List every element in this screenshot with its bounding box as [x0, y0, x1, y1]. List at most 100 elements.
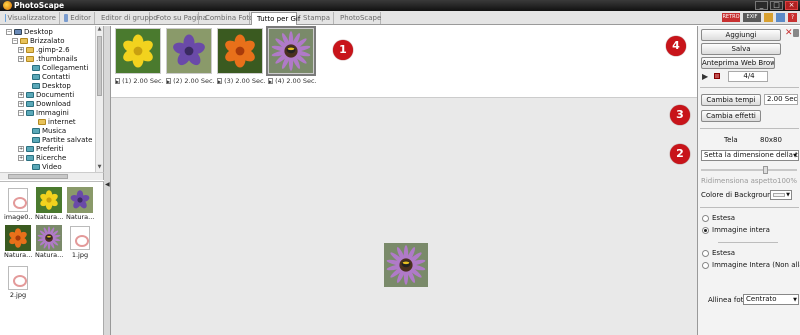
radio-button[interactable]	[702, 214, 709, 222]
file-item[interactable]: Natura...	[35, 187, 63, 223]
align-select[interactable]: Centrato ▼	[743, 294, 799, 305]
expand-icon[interactable]: +	[18, 46, 24, 53]
tab-editor-di-gruppo[interactable]: Editor di gruppo	[96, 12, 157, 24]
minimize-icon[interactable]: _	[755, 1, 768, 10]
expand-icon[interactable]: +	[18, 145, 24, 152]
canvas-size-select[interactable]: Setta la dimensione della tela ▼	[701, 150, 799, 161]
frame-play-icon[interactable]: ▶	[166, 78, 172, 84]
radio-button[interactable]	[702, 226, 709, 234]
tab-tutto-per-gif[interactable]: Tutto per Gif	[251, 12, 300, 25]
tab-foto-su-pagina[interactable]: Foto su Pagina	[151, 12, 207, 24]
radio-option[interactable]: Immagine Intera (Non allargare)	[702, 261, 800, 269]
gif-frame[interactable]: ▶ (1) 2.00 Sec.	[115, 28, 164, 85]
gif-frame[interactable]: ▶ (3) 2.00 Sec.	[217, 28, 266, 85]
exif-icon[interactable]: EXIF	[743, 13, 761, 22]
tree-item[interactable]: Contatti	[24, 72, 70, 81]
tree-item[interactable]: − Brizzalato	[12, 36, 65, 45]
panel-splitter[interactable]: ◀	[104, 26, 111, 335]
tree-item-label: Preferiti	[36, 144, 64, 153]
radio-option[interactable]: Immagine intera	[702, 226, 770, 234]
gif-frame[interactable]: ▶ (2) 2.00 Sec.	[166, 28, 215, 85]
toolbar-icons: RETRO EXIF?	[722, 13, 797, 22]
tree-item[interactable]: Video	[24, 162, 62, 171]
tree-vertical-scrollbar[interactable]: ▲ ▼	[95, 26, 103, 172]
scroll-thumb[interactable]	[97, 36, 102, 96]
expand-icon[interactable]: +	[18, 55, 24, 62]
tree-horizontal-scrollbar[interactable]	[0, 172, 104, 180]
retro-icon[interactable]: RETRO	[722, 13, 740, 22]
tree-item[interactable]: − Immagini	[18, 108, 69, 117]
bg-color-label: Colore di Background	[701, 191, 777, 199]
preview-area	[111, 98, 697, 335]
expand-icon[interactable]: +	[18, 100, 24, 107]
help-icon[interactable]: ?	[788, 13, 797, 22]
gif-frame[interactable]: ▶ (4) 2.00 Sec.	[266, 26, 317, 85]
play-icon[interactable]: ▶	[702, 72, 708, 81]
tree-item[interactable]: + Ricerche	[18, 153, 66, 162]
tab-photoscape[interactable]: PhotoScape	[335, 12, 381, 24]
file-item[interactable]: Natura...	[4, 225, 32, 261]
tree-item[interactable]: internet	[30, 117, 76, 126]
file-item[interactable]: image0...	[4, 187, 32, 223]
change-effects-button[interactable]: Cambia effetti	[701, 110, 761, 122]
tree-item[interactable]: Partite salvate	[24, 135, 92, 144]
tree-item-label: Desktop	[42, 81, 71, 90]
expand-icon[interactable]: +	[18, 154, 24, 161]
collapse-icon[interactable]: −	[12, 37, 18, 44]
scroll-thumb[interactable]	[8, 174, 68, 179]
save-button[interactable]: Salva	[701, 43, 781, 55]
folder-icon	[26, 46, 34, 53]
tree-item[interactable]: + Preferiti	[18, 144, 63, 153]
web-preview-button[interactable]: Anteprima Web Browser	[701, 57, 775, 69]
tab-editor[interactable]: Editor	[61, 12, 95, 24]
copy-icon[interactable]	[776, 13, 785, 22]
tree-item[interactable]: + Download	[18, 99, 71, 108]
collapse-icon[interactable]: −	[6, 28, 12, 35]
file-item[interactable]: Natura...	[66, 187, 94, 223]
frame-caption: ▶ (1) 2.00 Sec.	[115, 77, 164, 85]
stop-icon[interactable]	[714, 73, 720, 79]
radio-button[interactable]	[702, 261, 709, 269]
time-value: 2.00 Sec.	[764, 94, 798, 105]
folder-tree[interactable]: ▲ ▼ − Desktop − Brizzalato + .gimp-2.6 + .thumb…	[0, 26, 104, 172]
tab-combina-foto[interactable]: Combina Foto	[200, 12, 254, 24]
add-button[interactable]: Aggiungi	[701, 29, 781, 41]
tree-item[interactable]: Musica	[24, 126, 66, 135]
tree-item[interactable]: Collegamenti	[24, 63, 88, 72]
frame-play-icon[interactable]: ▶	[268, 78, 274, 84]
expand-icon[interactable]: +	[18, 91, 24, 98]
maximize-icon[interactable]: □	[770, 1, 783, 10]
radio-option[interactable]: Estesa	[702, 214, 735, 222]
folder-icon[interactable]	[764, 13, 773, 22]
file-item[interactable]: 1.jpg	[66, 225, 94, 261]
slider-knob[interactable]	[763, 166, 768, 174]
scroll-up-icon[interactable]: ▲	[96, 26, 103, 34]
desktop-icon	[14, 28, 22, 35]
file-name: Natura...	[66, 213, 94, 221]
tree-item[interactable]: − Desktop	[6, 27, 53, 36]
tab-label: Editor di gruppo	[101, 14, 158, 22]
canvas-size: 80x80	[760, 136, 782, 144]
scroll-down-icon[interactable]: ▼	[96, 164, 103, 172]
tree-item[interactable]: + Documenti	[18, 90, 74, 99]
tab-stampa[interactable]: Stampa	[298, 12, 334, 24]
frame-play-icon[interactable]: ▶	[115, 78, 121, 84]
change-times-button[interactable]: Cambia tempi	[701, 94, 761, 106]
bg-color-picker[interactable]: ▼	[770, 190, 792, 200]
collapse-arrow-icon[interactable]: ◀	[105, 181, 110, 188]
radio-option[interactable]: Estesa	[702, 249, 735, 257]
collapse-icon[interactable]: −	[18, 109, 24, 116]
frame-play-icon[interactable]: ▶	[217, 78, 223, 84]
tree-item[interactable]: + .thumbnails	[18, 54, 77, 63]
close-icon[interactable]: ×	[785, 1, 798, 10]
tree-item[interactable]: + .gimp-2.6	[18, 45, 70, 54]
file-item[interactable]: Natura...	[35, 225, 63, 261]
file-item[interactable]: 2.jpg	[4, 265, 32, 301]
tab-label: Combina Foto	[205, 14, 254, 22]
radio-button[interactable]	[702, 249, 709, 257]
tree-item[interactable]: Desktop	[24, 81, 71, 90]
tab-visualizzatore[interactable]: Visualizzatore	[2, 12, 60, 24]
delete-icon[interactable]: ✕	[785, 28, 793, 38]
resize-slider[interactable]	[701, 166, 797, 174]
trash-icon[interactable]	[793, 29, 799, 37]
